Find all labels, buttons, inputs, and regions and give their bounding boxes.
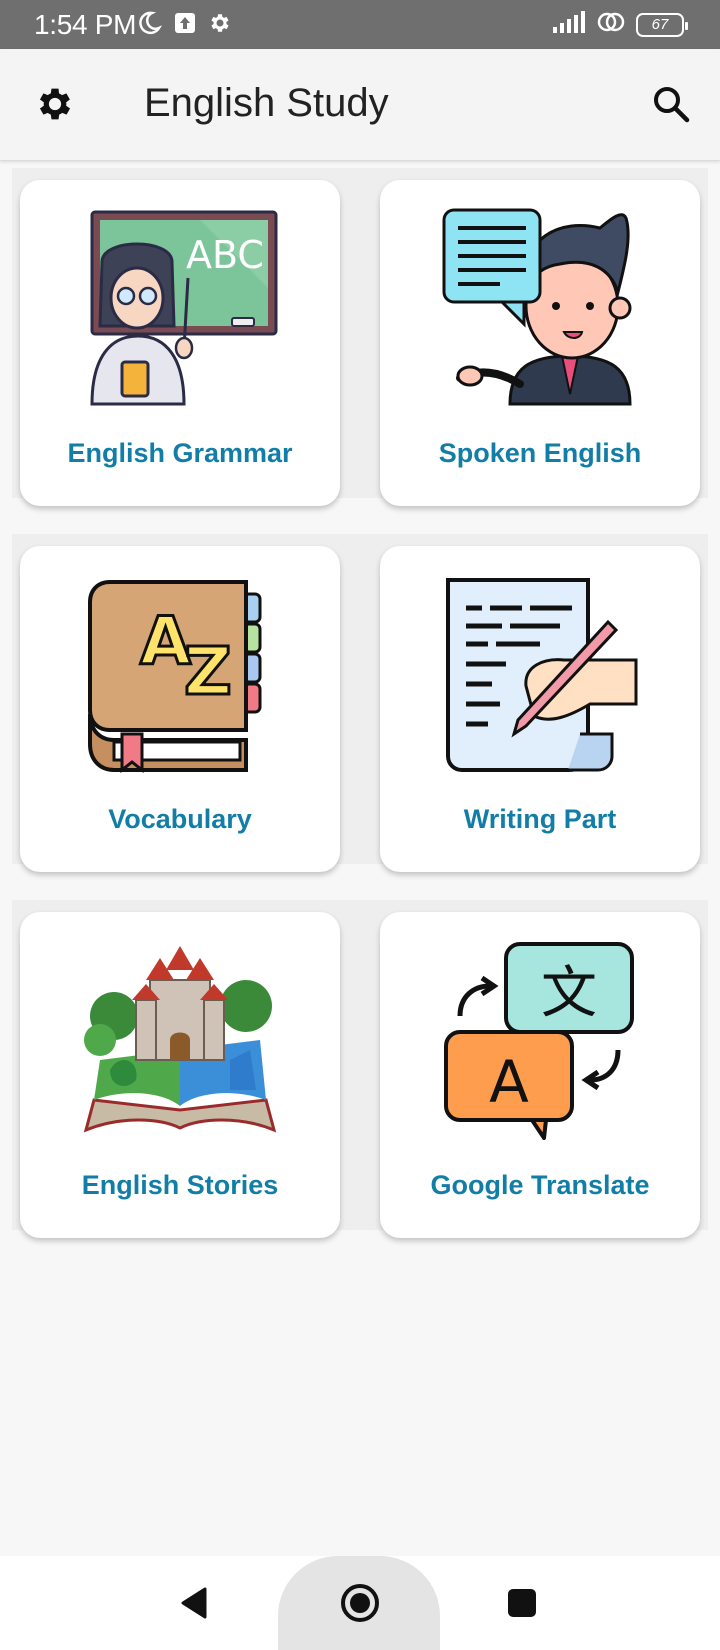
translate-latin-glyph: A xyxy=(489,1048,529,1116)
home-button[interactable] xyxy=(335,1580,385,1630)
grid-row: ABC English Grammar Spoken English xyxy=(12,168,708,506)
writing-paper-icon xyxy=(440,574,640,774)
back-icon xyxy=(177,1585,213,1626)
translate-cjk-glyph: 文 xyxy=(541,961,597,1026)
grid-row: English Stories 文 A Google Translate xyxy=(12,900,708,1238)
battery-icon: 67 xyxy=(636,12,688,37)
settings-button[interactable] xyxy=(30,81,80,131)
teacher-blackboard-icon: ABC xyxy=(80,208,280,408)
status-bar: 1:54 PM 67 xyxy=(0,0,720,49)
blackboard-text: ABC xyxy=(186,233,264,277)
card-vocabulary[interactable]: A Z Vocabulary xyxy=(20,546,340,872)
home-icon xyxy=(338,1581,382,1630)
moon-icon xyxy=(136,10,163,41)
search-icon xyxy=(651,84,691,129)
upload-icon xyxy=(174,12,196,39)
card-label: Spoken English xyxy=(438,438,642,468)
translate-bubbles-icon: 文 A xyxy=(440,940,640,1140)
card-spoken-english[interactable]: Spoken English xyxy=(380,180,700,506)
card-label: English Stories xyxy=(81,1170,279,1200)
back-button[interactable] xyxy=(170,1580,220,1630)
card-writing-part[interactable]: Writing Part xyxy=(380,546,700,872)
card-label: Writing Part xyxy=(463,804,617,834)
gear-icon xyxy=(34,83,76,130)
recents-button[interactable] xyxy=(497,1580,547,1630)
hotspot-icon xyxy=(596,10,626,39)
story-book-castle-icon xyxy=(80,940,280,1140)
book-letter-z: Z xyxy=(184,633,232,710)
signal-icon xyxy=(552,10,586,39)
speaking-man-icon xyxy=(440,208,640,408)
card-english-stories[interactable]: English Stories xyxy=(20,912,340,1238)
navigation-bar xyxy=(0,1556,720,1650)
gear-icon xyxy=(208,11,232,40)
app-bar: English Study xyxy=(0,49,720,161)
card-google-translate[interactable]: 文 A Google Translate xyxy=(380,912,700,1238)
az-book-icon: A Z xyxy=(80,574,280,774)
grid-row: A Z Vocabulary Writing Part xyxy=(12,534,708,872)
app-title: English Study xyxy=(144,81,389,125)
recents-icon xyxy=(505,1586,539,1625)
status-time: 1:54 PM xyxy=(34,9,137,40)
card-label: Vocabulary xyxy=(108,804,252,834)
card-english-grammar[interactable]: ABC English Grammar xyxy=(20,180,340,506)
card-label: Google Translate xyxy=(430,1170,650,1200)
card-label: English Grammar xyxy=(67,438,293,468)
search-button[interactable] xyxy=(646,81,696,131)
